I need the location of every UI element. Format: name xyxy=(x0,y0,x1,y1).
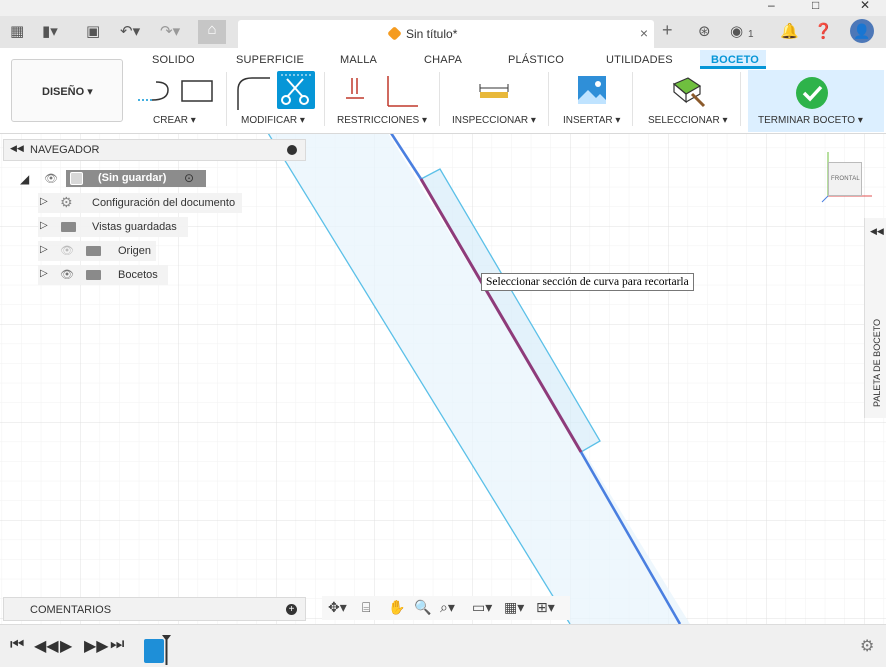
redo-icon[interactable]: ↷▾ xyxy=(160,22,180,42)
zoom-icon[interactable]: 🔍 xyxy=(414,599,431,616)
play-icon[interactable]: ▶ xyxy=(60,636,72,656)
component-icon xyxy=(70,172,83,185)
add-comment-icon[interactable]: + xyxy=(286,604,297,615)
look-at-icon[interactable]: ⌸ xyxy=(362,599,370,616)
tab-solid[interactable]: SOLIDO xyxy=(152,54,195,66)
insert-image-icon[interactable] xyxy=(576,74,608,106)
ribbon-toolbar: SOLIDO SUPERFICIE MALLA CHAPA PLÁSTICO U… xyxy=(0,48,886,134)
browser-pin-icon[interactable] xyxy=(287,145,297,155)
activate-radio-icon[interactable]: ⊙ xyxy=(184,171,194,185)
data-panel-grid-icon[interactable]: ▦ xyxy=(10,22,24,42)
file-menu-icon[interactable]: ▮▾ xyxy=(42,22,58,42)
grid-settings-icon[interactable]: ▦▾ xyxy=(504,599,524,616)
expand-triangle-icon[interactable]: ▷ xyxy=(40,268,48,279)
tab-sheet-metal[interactable]: CHAPA xyxy=(424,54,462,66)
close-tab-button[interactable]: × xyxy=(640,25,648,41)
undo-icon[interactable]: ↶▾ xyxy=(120,22,140,42)
expand-palette-chevron-icon[interactable]: ◀◀ xyxy=(870,226,884,237)
help-icon[interactable]: ❓ xyxy=(814,22,833,42)
tab-sketch[interactable]: BOCETO xyxy=(711,54,759,66)
viewcube-face-label: FRONTAL xyxy=(831,176,860,182)
expand-triangle-icon[interactable]: ▷ xyxy=(40,220,48,231)
go-to-start-icon[interactable]: ⏮ xyxy=(10,636,24,654)
sketch-palette-label: PALETA DE BOCETO xyxy=(872,318,882,407)
select-paint-icon[interactable] xyxy=(670,74,706,108)
visibility-eye-icon[interactable]: 👁 xyxy=(60,268,74,281)
visibility-eye-icon[interactable]: 👁 xyxy=(44,172,58,185)
group-modify[interactable]: MODIFICAR ▾ xyxy=(241,115,305,126)
browser-item-saved-views[interactable]: ▷ Vistas guardadas xyxy=(38,217,188,237)
go-to-end-icon[interactable]: ⏭ xyxy=(110,636,124,654)
display-settings-icon[interactable]: ▭▾ xyxy=(472,599,492,616)
workspace-switcher-button[interactable]: DISEÑO ▾ xyxy=(11,59,123,122)
expand-triangle-icon[interactable]: ▷ xyxy=(40,196,48,207)
step-back-icon[interactable]: ◀◀ xyxy=(34,636,59,656)
timeline-sketch-feature[interactable] xyxy=(144,639,164,663)
group-inspect[interactable]: INSPECCIONAR ▾ xyxy=(452,115,536,126)
active-tab-underline xyxy=(700,66,766,69)
sketch-palette-collapsed[interactable]: ◀◀ PALETA DE BOCETO xyxy=(864,218,886,418)
close-window-button[interactable]: ✕ xyxy=(860,0,870,12)
group-select[interactable]: SELECCIONAR ▾ xyxy=(648,115,727,126)
root-component-name: (Sin guardar) xyxy=(98,172,167,184)
folder-icon xyxy=(86,246,101,256)
minimize-button[interactable]: – xyxy=(768,0,775,12)
tab-mesh[interactable]: MALLA xyxy=(340,54,377,66)
expand-triangle-icon[interactable]: ▷ xyxy=(40,244,48,255)
user-avatar-icon[interactable]: 👤 xyxy=(850,19,874,43)
create-line-arc-icon[interactable] xyxy=(134,78,218,108)
new-tab-plus-icon[interactable]: + xyxy=(662,20,673,40)
extensions-icon[interactable]: ⊛ xyxy=(698,22,711,42)
collapse-chevron-icon[interactable]: ◀◀ xyxy=(10,143,24,154)
home-icon[interactable]: ⌂ xyxy=(198,20,226,44)
document-tab[interactable]: Sin título* × xyxy=(238,20,654,48)
job-count: 1 xyxy=(748,29,754,40)
save-icon[interactable]: ▣ xyxy=(86,22,100,42)
viewcube[interactable]: FRONTAL xyxy=(828,162,862,196)
comments-panel[interactable]: COMENTARIOS + xyxy=(3,597,306,621)
group-constraints[interactable]: RESTRICCIONES ▾ xyxy=(337,115,427,126)
job-status-icon[interactable]: ◉ xyxy=(730,22,743,42)
timeline-settings-gear-icon[interactable]: ⚙ xyxy=(860,636,874,656)
constraints-icon[interactable] xyxy=(342,74,422,110)
measure-icon[interactable] xyxy=(478,82,512,100)
timeline-bar: ⏮ ◀◀ ▶ ▶▶ ⏭ ⚙ xyxy=(0,624,886,667)
maximize-button[interactable]: □ xyxy=(812,0,819,12)
document-title: Sin título* xyxy=(406,27,458,41)
browser-item-sketches[interactable]: ▷ 👁 Bocetos xyxy=(38,265,168,285)
folder-icon xyxy=(61,222,76,232)
browser-panel-header[interactable]: ◀◀ NAVEGADOR xyxy=(3,139,306,161)
browser-title: NAVEGADOR xyxy=(30,144,100,156)
trim-tooltip: Seleccionar sección de curva para recort… xyxy=(481,273,694,291)
tab-plastic[interactable]: PLÁSTICO xyxy=(508,54,564,66)
gear-icon: ⚙ xyxy=(60,194,73,210)
window-title-bar: – □ ✕ xyxy=(0,0,886,16)
navigation-toolbar: ✥▾ ⌸ ✋ 🔍 ⌕▾ ▭▾ ▦▾ ⊞▾ xyxy=(322,596,570,620)
notifications-bell-icon[interactable]: 🔔 xyxy=(780,22,799,42)
orbit-icon[interactable]: ✥▾ xyxy=(328,599,347,616)
comments-title: COMENTARIOS xyxy=(30,604,112,616)
browser-item-origin[interactable]: ▷ 👁 Origen xyxy=(38,241,156,261)
document-cube-icon xyxy=(387,26,402,41)
finish-sketch-check-icon[interactable] xyxy=(795,76,829,110)
timeline-marker-icon[interactable] xyxy=(162,635,171,665)
tab-utilities[interactable]: UTILIDADES xyxy=(606,54,673,66)
group-finish-sketch[interactable]: TERMINAR BOCETO ▾ xyxy=(758,115,863,126)
trim-tool-button[interactable] xyxy=(277,71,315,109)
expand-root-triangle-icon[interactable]: ◢ xyxy=(20,172,29,186)
group-create[interactable]: CREAR ▾ xyxy=(153,115,196,126)
hidden-eye-icon[interactable]: 👁 xyxy=(60,244,74,257)
pan-hand-icon[interactable]: ✋ xyxy=(388,599,405,616)
scissors-icon xyxy=(281,74,311,105)
group-insert[interactable]: INSERTAR ▾ xyxy=(563,115,620,126)
fit-icon[interactable]: ⌕▾ xyxy=(440,599,455,616)
viewports-icon[interactable]: ⊞▾ xyxy=(536,599,555,616)
tab-surface[interactable]: SUPERFICIE xyxy=(236,54,304,66)
step-forward-icon[interactable]: ▶▶ xyxy=(84,636,109,656)
folder-icon xyxy=(86,270,101,280)
browser-item-document-settings[interactable]: ▷ ⚙ Configuración del documento xyxy=(38,193,242,213)
